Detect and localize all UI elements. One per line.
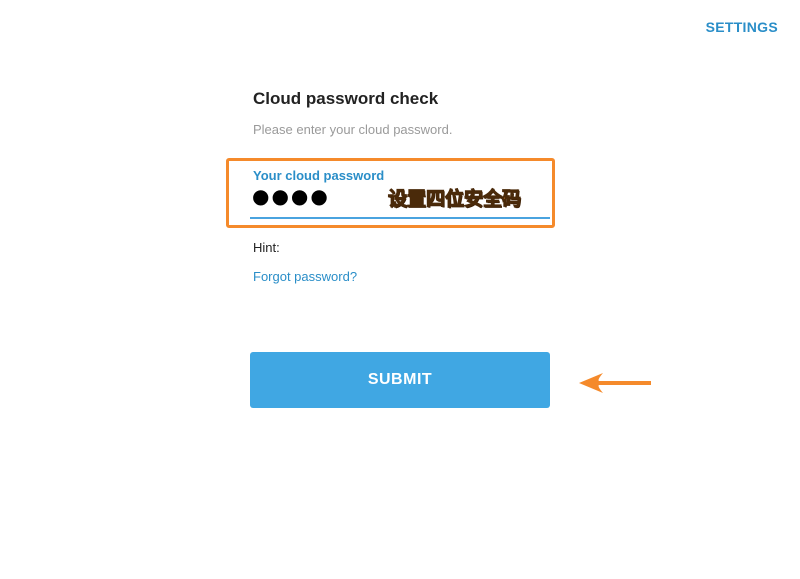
page-title: Cloud password check xyxy=(253,89,439,108)
forgot-password-link[interactable]: Forgot password? xyxy=(253,269,357,284)
page-subtitle: Please enter your cloud password. xyxy=(253,122,453,137)
settings-link[interactable]: SETTINGS xyxy=(706,19,778,35)
password-check-page: SETTINGS Cloud password check Please ent… xyxy=(0,0,800,579)
password-field-underline xyxy=(250,217,550,219)
arrow-left-icon xyxy=(579,373,651,393)
password-field-label: Your cloud password xyxy=(253,168,385,183)
submit-button[interactable]: SUBMIT xyxy=(250,352,550,408)
hint-label: Hint: xyxy=(253,240,280,255)
password-annotation-text: 设置四位安全码 xyxy=(387,188,522,211)
